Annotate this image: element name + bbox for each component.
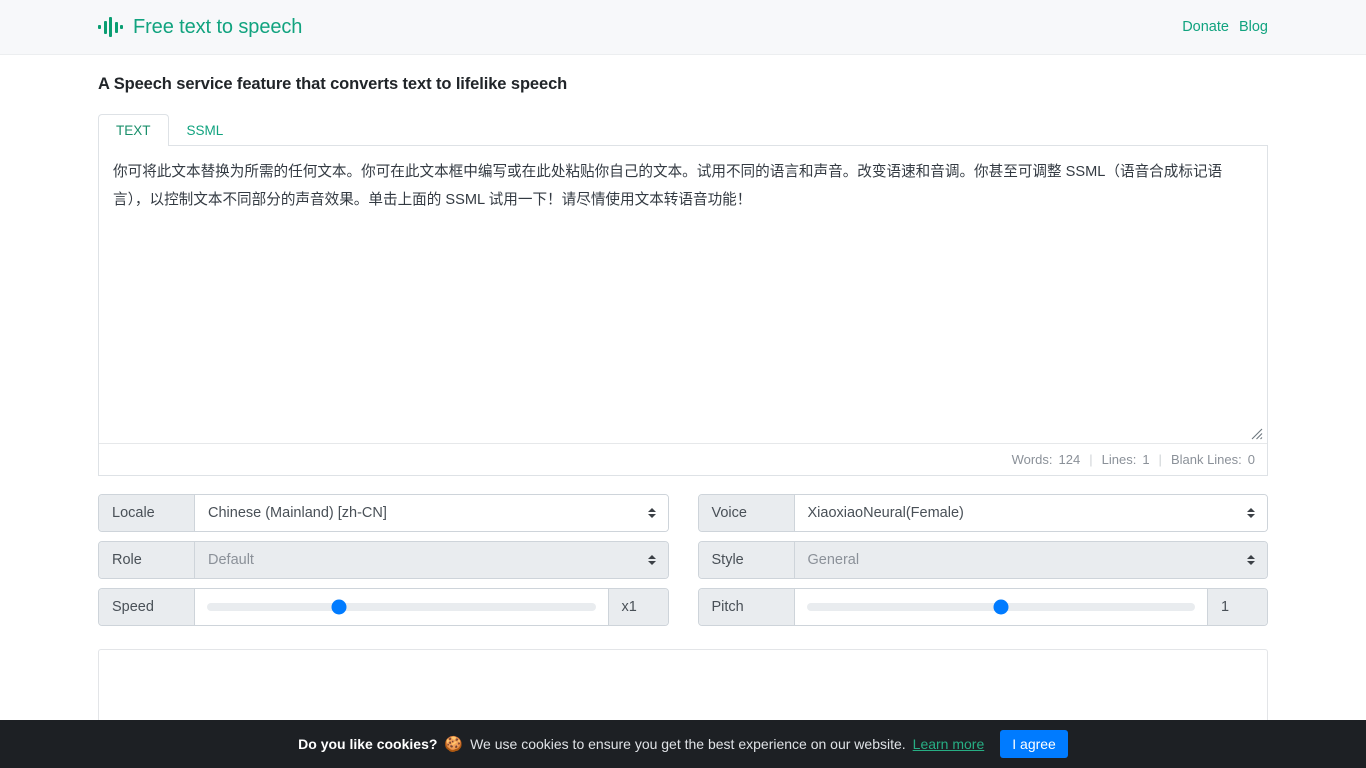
text-input[interactable] [99, 146, 1267, 443]
cookie-learn-more-link[interactable]: Learn more [913, 736, 985, 752]
locale-value: Chinese (Mainland) [zh-CN] [208, 505, 387, 521]
word-count-value: 124 [1058, 452, 1081, 467]
voice-row: Voice XiaoxiaoNeural(Female) [697, 494, 1268, 532]
pitch-value: 1 [1207, 589, 1267, 625]
nav-link-blog[interactable]: Blog [1239, 19, 1268, 35]
locale-label: Locale [99, 495, 195, 531]
role-row: Role Default [98, 541, 669, 579]
voice-controls: Locale Chinese (Mainland) [zh-CN] Voice … [98, 494, 1268, 635]
speed-slider-cell [195, 589, 608, 625]
editor-area [99, 146, 1267, 443]
voice-select[interactable]: XiaoxiaoNeural(Female) [794, 495, 1267, 531]
status-separator-2: | [1158, 452, 1162, 467]
voice-value: XiaoxiaoNeural(Female) [807, 505, 964, 521]
style-select[interactable]: General [794, 542, 1267, 578]
tab-ssml[interactable]: SSML [169, 114, 242, 146]
site-header: Free text to speech Donate Blog [0, 0, 1366, 55]
pitch-slider-cell [794, 589, 1207, 625]
main-content: A Speech service feature that converts t… [0, 55, 1366, 749]
blank-line-count-value: 0 [1247, 452, 1255, 467]
resize-handle-icon[interactable] [1250, 427, 1263, 440]
pitch-row: Pitch 1 [697, 588, 1268, 626]
chevron-updown-icon [647, 555, 656, 565]
pitch-label: Pitch [698, 589, 795, 625]
locale-row: Locale Chinese (Mainland) [zh-CN] [98, 494, 669, 532]
cookie-agree-button[interactable]: I agree [1000, 730, 1068, 758]
speed-row: Speed x1 [98, 588, 669, 626]
blank-line-count-label: Blank Lines: [1170, 452, 1242, 467]
voice-label: Voice [698, 495, 795, 531]
brand-title: Free text to speech [133, 15, 303, 38]
tab-text[interactable]: TEXT [98, 114, 169, 146]
page-title: A Speech service feature that converts t… [98, 75, 568, 93]
cookie-consent-bar: Do you like cookies? 🍪 We use cookies to… [0, 720, 1366, 768]
chevron-updown-icon [1247, 555, 1255, 565]
line-count-value: 1 [1142, 452, 1150, 467]
editor-status-bar: Words: 124 | Lines: 1 | Blank Lines: 0 [99, 443, 1267, 475]
speed-value: x1 [607, 589, 668, 625]
cookie-question: Do you like cookies? [298, 736, 438, 752]
style-label: Style [698, 542, 795, 578]
style-value: General [807, 552, 860, 568]
brand-link[interactable]: Free text to speech [98, 16, 302, 39]
style-row: Style General [697, 541, 1268, 579]
cookie-message: We use cookies to ensure you get the bes… [470, 736, 906, 752]
speed-slider[interactable] [207, 599, 596, 615]
speed-label: Speed [99, 589, 195, 625]
word-count-label: Words: [1011, 452, 1053, 467]
chevron-updown-icon [1247, 508, 1255, 518]
editor-tabs: TEXT SSML [98, 114, 1268, 146]
pitch-slider-thumb[interactable] [993, 599, 1009, 615]
line-count-label: Lines: [1101, 452, 1137, 467]
audio-waveform-icon [98, 16, 123, 38]
editor-panel: Words: 124 | Lines: 1 | Blank Lines: 0 [98, 146, 1268, 476]
chevron-updown-icon [647, 508, 656, 518]
header-nav: Donate Blog [1182, 19, 1268, 35]
cookie-icon: 🍪 [444, 736, 464, 753]
status-separator-1: | [1089, 452, 1093, 467]
speed-slider-thumb[interactable] [331, 599, 347, 615]
role-label: Role [99, 542, 195, 578]
role-select[interactable]: Default [195, 542, 668, 578]
pitch-slider[interactable] [806, 599, 1195, 615]
locale-select[interactable]: Chinese (Mainland) [zh-CN] [195, 495, 668, 531]
role-value: Default [208, 552, 254, 568]
nav-link-donate[interactable]: Donate [1182, 19, 1229, 35]
